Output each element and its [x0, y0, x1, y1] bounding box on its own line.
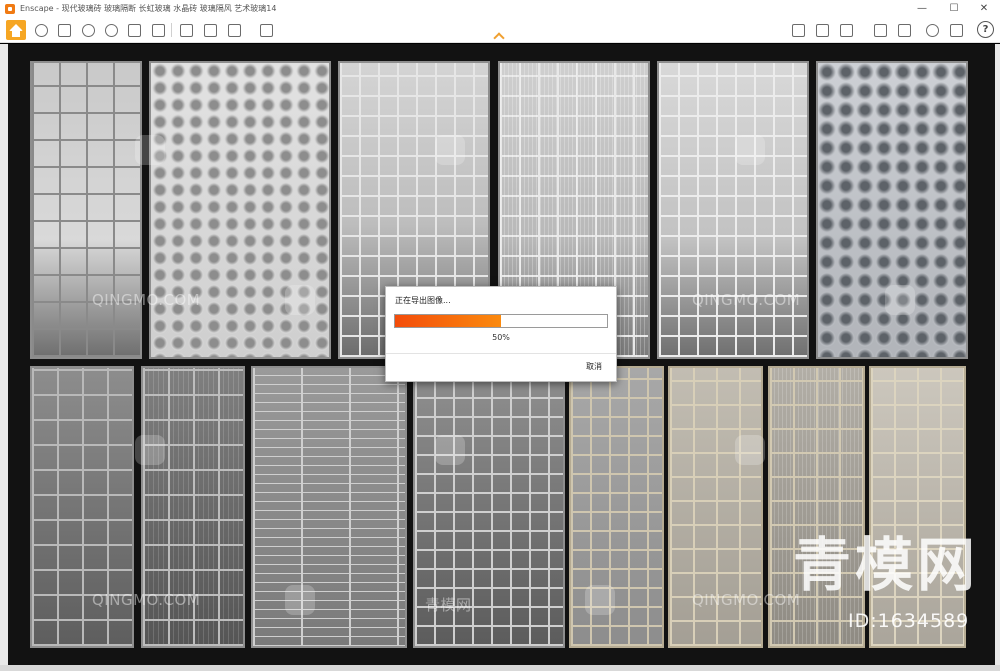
enscape-logo-icon: [5, 3, 15, 14]
upload-button[interactable]: [894, 20, 914, 40]
binoculars-icon: [81, 23, 95, 37]
maximize-button[interactable]: ☐: [938, 0, 970, 17]
glass-panel-14: [869, 366, 966, 648]
views-icon: [127, 23, 141, 37]
home-icon: [9, 23, 23, 37]
web-export-button[interactable]: [256, 20, 276, 40]
glass-panel-13: [768, 366, 865, 648]
visual-settings-button[interactable]: [922, 20, 942, 40]
close-button[interactable]: ✕: [968, 0, 1000, 17]
minimize-button[interactable]: —: [906, 0, 938, 17]
eye-icon: [925, 23, 939, 37]
glass-panel-10: [413, 378, 565, 648]
progress-bar-fill: [395, 315, 501, 327]
materials-icon: [873, 23, 887, 37]
batch-icon: [203, 23, 217, 37]
settings-list-button[interactable]: [54, 20, 74, 40]
home-button[interactable]: [6, 20, 26, 40]
glass-panel-6: [816, 61, 968, 359]
title-bar: Enscape - 现代玻璃砖 玻璃隔断 长虹玻璃 水晶砖 玻璃隔风 艺术玻璃1…: [0, 0, 1000, 17]
glass-panel-9: [251, 366, 407, 648]
glass-panel-12: [668, 366, 763, 648]
materials-button[interactable]: [870, 20, 890, 40]
walk-icon: [34, 23, 48, 37]
menu-button[interactable]: [946, 20, 966, 40]
dialog-title: 正在导出图像...: [395, 296, 451, 305]
menu-icon: [949, 23, 963, 37]
web-export-icon: [259, 23, 273, 37]
binoculars-button[interactable]: [78, 20, 98, 40]
glass-panel-2: [149, 61, 331, 359]
clapper-icon: [151, 23, 165, 37]
walk-mode-button[interactable]: [31, 20, 51, 40]
screenshot-button[interactable]: [176, 20, 196, 40]
views-button[interactable]: [124, 20, 144, 40]
watermark-brand: 青模网: [793, 531, 980, 599]
export-progress-dialog: 正在导出图像... 50% 取消: [385, 286, 617, 382]
asset-library-button[interactable]: [836, 20, 856, 40]
cancel-button[interactable]: 取消: [586, 361, 602, 372]
video-export-button[interactable]: [224, 20, 244, 40]
upload-icon: [897, 23, 911, 37]
map-button[interactable]: [788, 20, 808, 40]
glass-panel-7: [30, 366, 134, 648]
monitor-icon: [815, 23, 829, 37]
window-title: Enscape - 现代玻璃砖 玻璃隔断 长虹玻璃 水晶砖 玻璃隔风 艺术玻璃1…: [20, 4, 277, 13]
image-export-icon: [179, 23, 193, 37]
video-export-icon: [227, 23, 241, 37]
dialog-divider: [386, 353, 616, 354]
list-icon: [57, 23, 71, 37]
left-window-edge: [0, 44, 8, 671]
toolbar-divider: [171, 23, 172, 37]
status-bar: [0, 665, 1000, 671]
export-progress-bar: [394, 314, 608, 328]
help-button[interactable]: ?: [977, 21, 994, 38]
glass-panel-11: [569, 366, 664, 648]
glass-panel-8: [141, 366, 245, 648]
progress-percentage: 50%: [492, 333, 510, 342]
glass-panel-1: [30, 61, 142, 359]
map-icon: [791, 23, 805, 37]
monitor-button[interactable]: [812, 20, 832, 40]
glass-panel-5: [657, 61, 809, 359]
link-icon: [104, 23, 118, 37]
video-editor-button[interactable]: [148, 20, 168, 40]
watermark-id: ID:1634589: [848, 610, 970, 632]
batch-render-button[interactable]: [200, 20, 220, 40]
cube-icon: [839, 23, 853, 37]
right-window-edge: [995, 44, 1000, 671]
link-button[interactable]: [101, 20, 121, 40]
